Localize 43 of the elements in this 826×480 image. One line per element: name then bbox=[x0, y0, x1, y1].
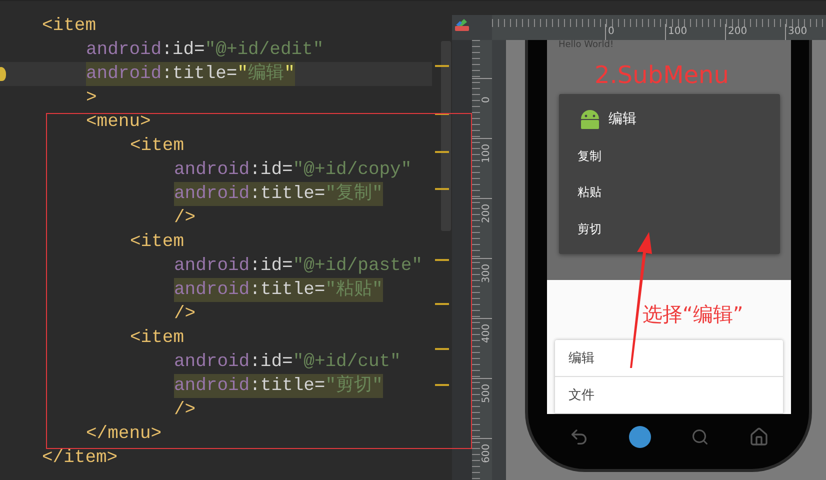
ruler-label: 100 bbox=[480, 142, 492, 163]
code-line: /> bbox=[173, 399, 197, 422]
code-line: <item bbox=[129, 231, 186, 254]
code-line: > bbox=[85, 87, 98, 110]
scrollbar[interactable] bbox=[441, 41, 451, 231]
app-drawer-button[interactable] bbox=[628, 426, 650, 448]
code-line: </item> bbox=[41, 447, 119, 470]
code-line: </menu> bbox=[85, 423, 163, 446]
submenu-title: 编辑 bbox=[608, 110, 636, 128]
code-line: android:id="@+id/cut" bbox=[173, 351, 402, 374]
code-line: /> bbox=[173, 207, 197, 230]
code-line: /> bbox=[173, 303, 197, 326]
annotation-text: 选择“编辑” bbox=[642, 301, 744, 328]
ruler-label: 0 bbox=[480, 96, 492, 103]
menu-item[interactable]: 文件 bbox=[554, 377, 782, 414]
code-line: <menu> bbox=[85, 111, 152, 134]
ruler-label: 600 bbox=[480, 442, 492, 463]
home-button[interactable] bbox=[748, 426, 768, 446]
warning-marker bbox=[435, 303, 449, 305]
back-button[interactable] bbox=[568, 426, 588, 446]
ruler-label: 400 bbox=[480, 322, 492, 343]
warning-marker bbox=[435, 188, 449, 190]
search-button[interactable] bbox=[690, 428, 708, 446]
warning-marker bbox=[435, 259, 449, 261]
code-line: android:id="@+id/edit" bbox=[85, 39, 325, 62]
code-line: <item bbox=[129, 327, 186, 350]
palette-icon[interactable] bbox=[454, 17, 470, 33]
code-line: <item bbox=[129, 135, 186, 158]
warning-marker bbox=[435, 384, 449, 386]
submenu-item[interactable]: 剪切 bbox=[558, 217, 780, 254]
submenu-item[interactable]: 粘贴 bbox=[558, 180, 780, 218]
ruler-label: 500 bbox=[480, 382, 492, 403]
code-line: android:id="@+id/copy" bbox=[173, 159, 413, 182]
code-line: <item bbox=[41, 15, 98, 38]
annotation-title: 2.SubMenu bbox=[594, 60, 730, 91]
warning-marker bbox=[435, 348, 449, 350]
warning-marker bbox=[435, 65, 449, 67]
code-line: android:id="@+id/paste" bbox=[173, 255, 424, 278]
warning-marker bbox=[435, 151, 449, 153]
ruler-label: 200 bbox=[480, 202, 492, 223]
submenu-item[interactable]: 复制 bbox=[558, 144, 780, 180]
ruler-label: 300 bbox=[480, 262, 492, 283]
android-icon bbox=[578, 108, 600, 129]
